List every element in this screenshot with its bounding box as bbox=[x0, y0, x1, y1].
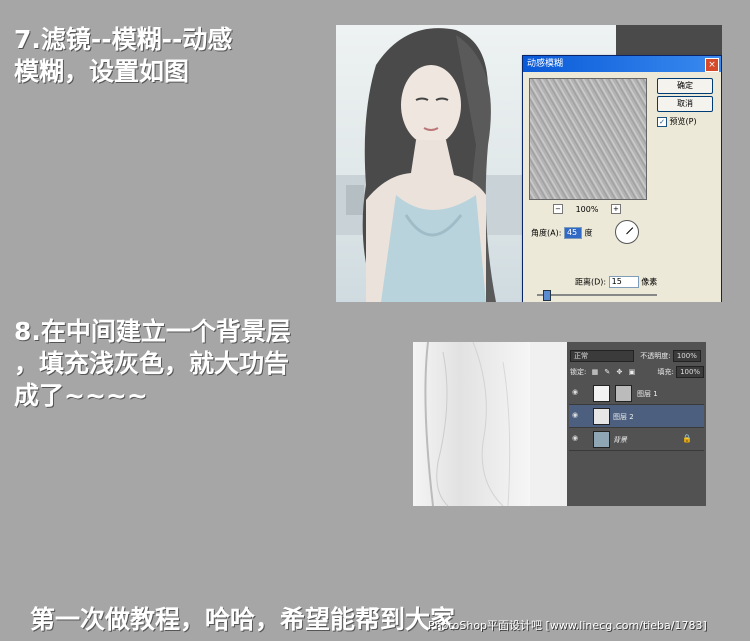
layers-panel: 正常 不透明度: 100% 锁定: ▦ ✎ ✥ ▣ 填充: 100% ◉ 图层 … bbox=[567, 342, 706, 506]
step-8-line-2: ，填充浅灰色，就大功告 bbox=[14, 349, 290, 378]
layer-row-1[interactable]: ◉ 图层 1 bbox=[569, 382, 704, 405]
opacity-input[interactable]: 100% bbox=[672, 350, 701, 362]
dialog-title-bar: 动感模糊 × bbox=[523, 56, 721, 72]
distance-unit: 像素 bbox=[641, 277, 658, 287]
step-7-instructions: 7.滤镜--模糊--动感 模糊，设置如图 bbox=[14, 24, 324, 88]
layer-thumbnail bbox=[593, 385, 610, 402]
step-8-instructions: 8.在中间建立一个背景层 ，填充浅灰色，就大功告 成了~~~~ bbox=[14, 316, 374, 412]
distance-slider-track[interactable] bbox=[537, 294, 657, 296]
preview-label: 预览(P) bbox=[669, 117, 697, 126]
blend-row: 正常 不透明度: 100% bbox=[567, 350, 706, 362]
eye-icon[interactable]: ◉ bbox=[572, 389, 580, 396]
lock-icons[interactable]: ▦ ✎ ✥ ▣ bbox=[592, 368, 638, 376]
distance-row: 距离(D): 15 像素 bbox=[575, 276, 657, 288]
fill-input[interactable]: 100% bbox=[676, 366, 705, 378]
zoom-controls: − 100% + bbox=[529, 204, 645, 214]
layers-screenshot: 正常 不透明度: 100% 锁定: ▦ ✎ ✥ ▣ 填充: 100% ◉ 图层 … bbox=[413, 342, 706, 506]
layer-thumbnail bbox=[593, 408, 610, 425]
ok-button[interactable]: 确定 bbox=[657, 78, 713, 94]
layer-row-background[interactable]: ◉ 背景 🔒 bbox=[569, 428, 704, 451]
sketch-lines bbox=[424, 342, 511, 506]
layer-mask-thumbnail bbox=[615, 385, 632, 402]
distance-slider-handle[interactable] bbox=[543, 290, 551, 301]
eye-icon[interactable]: ◉ bbox=[572, 412, 580, 419]
layer-row-2[interactable]: ◉ 图层 2 bbox=[569, 405, 704, 428]
dialog-title: 动感模糊 bbox=[527, 59, 564, 69]
zoom-value: 100% bbox=[575, 204, 599, 214]
angle-dial[interactable] bbox=[615, 220, 639, 244]
watermark: PhotoShop平面设计吧 [www.linecg.com/tieba/178… bbox=[428, 619, 707, 632]
step-8-line-3: 成了~~~~ bbox=[14, 381, 148, 410]
distance-input[interactable]: 15 bbox=[608, 276, 639, 288]
canvas-margin bbox=[530, 342, 567, 506]
step-8-line-1: 8.在中间建立一个背景层 bbox=[14, 317, 291, 346]
lock-icon: 🔒 bbox=[682, 434, 692, 443]
eye-icon[interactable]: ◉ bbox=[572, 435, 580, 442]
step-7-line-1: 7.滤镜--模糊--动感 bbox=[14, 25, 233, 54]
blend-mode-select[interactable]: 正常 bbox=[570, 350, 634, 362]
layer-name: 图层 2 bbox=[613, 413, 634, 421]
preview-checkbox[interactable]: ✓ bbox=[657, 116, 667, 127]
distance-label: 距离(D): bbox=[575, 277, 607, 287]
lock-label: 锁定: bbox=[570, 368, 587, 376]
angle-row: 角度(A): 45 度 bbox=[531, 227, 593, 239]
layer-name: 图层 1 bbox=[637, 390, 658, 398]
angle-input[interactable]: 45 bbox=[563, 227, 582, 239]
preview-checkbox-row[interactable]: ✓ 预览(P) bbox=[657, 116, 697, 127]
close-icon[interactable]: × bbox=[705, 58, 719, 72]
zoom-in-button[interactable]: + bbox=[610, 204, 621, 214]
angle-label: 角度(A): bbox=[531, 228, 562, 238]
step-7-line-2: 模糊，设置如图 bbox=[14, 57, 190, 86]
angle-unit: 度 bbox=[584, 228, 593, 238]
fill-label: 填充: bbox=[657, 368, 674, 376]
blur-preview[interactable] bbox=[529, 78, 647, 200]
layer-thumbnail bbox=[593, 431, 610, 448]
motion-blur-dialog: 动感模糊 × − 100% + 确定 取消 ✓ 预览(P) 角度(A): 45 … bbox=[522, 55, 722, 302]
motion-blur-screenshot: 图层 通道 路径 动感模糊 × − 100% + 确定 取消 ✓ 预览(P) 角… bbox=[336, 25, 722, 302]
angle-dial-indicator bbox=[626, 227, 634, 235]
lock-row: 锁定: ▦ ✎ ✥ ▣ 填充: 100% bbox=[567, 366, 706, 378]
cancel-button[interactable]: 取消 bbox=[657, 96, 713, 112]
zoom-out-button[interactable]: − bbox=[553, 204, 564, 214]
opacity-label: 不透明度: bbox=[640, 352, 671, 360]
layer-name: 背景 bbox=[613, 436, 627, 444]
sketch-canvas bbox=[413, 342, 530, 506]
closing-text: 第一次做教程，哈哈，希望能帮到大家 bbox=[30, 605, 456, 634]
